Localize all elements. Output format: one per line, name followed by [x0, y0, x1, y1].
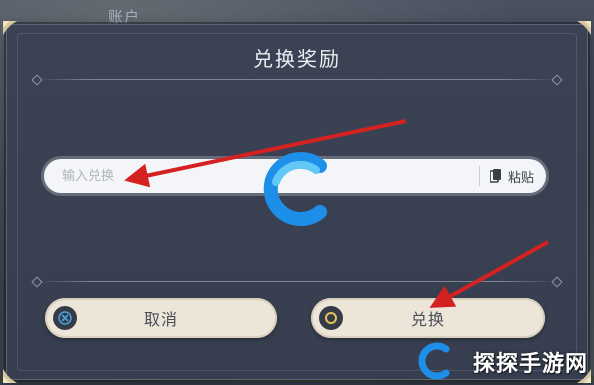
paste-button[interactable]: 粘贴 [478, 166, 534, 186]
footer-divider [37, 281, 557, 282]
dialog-title: 兑换奖励 [253, 47, 341, 71]
watermark-logo-icon [263, 152, 327, 226]
cancel-label: 取消 [143, 310, 178, 329]
corner-ornament-icon [1, 19, 19, 37]
confirm-redeem-button[interactable]: 兑换 [311, 298, 545, 338]
circle-icon [319, 306, 343, 330]
paste-label: 粘贴 [507, 170, 534, 186]
clipboard-icon [489, 169, 501, 183]
cancel-button[interactable]: 取消 [45, 298, 277, 338]
corner-ornament-icon [575, 19, 593, 37]
title-divider [37, 79, 557, 80]
watermark-site-text: 探探手游网 [472, 352, 588, 377]
confirm-label: 兑换 [410, 310, 445, 329]
corner-ornament-icon [1, 367, 19, 385]
x-icon [53, 306, 77, 330]
watermark-small-logo-icon [418, 342, 450, 380]
